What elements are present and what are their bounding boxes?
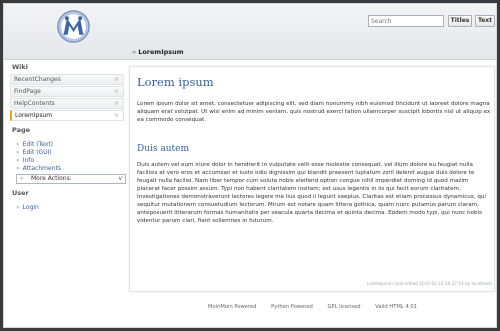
remove-icon[interactable]: ×: [114, 87, 119, 96]
content-panel: Lorem ipsum Lorem ipsum dolor sit amet, …: [129, 66, 495, 292]
edit-text-link[interactable]: » Edit (Text): [8, 141, 128, 149]
more-actions-select[interactable]: » More Actions: v: [16, 174, 126, 184]
moinmoin-logo-icon[interactable]: [57, 10, 90, 43]
breadcrumb: » LoremIpsum: [132, 48, 184, 56]
sidebar-item-helpcontents[interactable]: HelpContents ×: [10, 98, 124, 109]
breadcrumb-arrow-icon: »: [132, 48, 137, 56]
footer: MoinMoin Powered Python Powered GPL lice…: [208, 304, 430, 310]
link-label: Edit (Text): [22, 141, 54, 148]
sidebar-item-label: LoremIpsum: [15, 112, 53, 119]
info-link[interactable]: » Info: [8, 157, 128, 165]
text-search-button[interactable]: Text: [475, 15, 495, 27]
more-actions-label: More Actions:: [31, 175, 72, 182]
header-band: Titles Text »LoremIpsum: [4, 4, 496, 60]
page-frame: Titles Text »LoremIpsum Wiki RecentChang…: [3, 3, 497, 328]
bullet-icon: »: [16, 165, 20, 172]
attachments-link[interactable]: » Attachments: [8, 165, 128, 173]
footer-link-moinmoin[interactable]: MoinMoin Powered: [208, 304, 256, 310]
bullet-icon: »: [16, 204, 20, 211]
sidebar-item-findpage[interactable]: FindPage ×: [10, 86, 124, 97]
chevron-down-icon[interactable]: v: [118, 175, 122, 183]
page-actions: » Edit (Text) » Edit (GUI) » Info » Attachme…: [8, 141, 128, 184]
link-label: Edit (GUI): [22, 149, 52, 156]
remove-icon[interactable]: ×: [114, 111, 119, 120]
footer-link-valid-html[interactable]: Valid HTML 4.01: [375, 304, 417, 310]
sidebar-item-label: FindPage: [14, 88, 41, 95]
wiki-heading: Wiki: [12, 63, 28, 71]
login-link[interactable]: » Login: [8, 204, 128, 212]
sidebar-item-recentchanges[interactable]: RecentChanges ×: [10, 74, 124, 85]
footer-link-python[interactable]: Python Powered: [271, 304, 313, 310]
sidebar-item-loremipsum[interactable]: LoremIpsum ×: [10, 110, 124, 121]
intro-paragraph: Lorem ipsum dolor sit amet, consectetuer…: [137, 101, 491, 123]
link-label: Login: [22, 204, 39, 211]
page-heading: Page: [12, 126, 31, 134]
bullet-icon: »: [16, 141, 20, 148]
link-label: Attachments: [22, 165, 61, 172]
section-heading: Duis autem: [137, 144, 190, 154]
breadcrumb-page-link[interactable]: LoremIpsum: [138, 48, 183, 56]
bullet-icon: »: [16, 157, 20, 164]
user-actions: » Login: [8, 204, 128, 212]
sidebar-item-label: HelpContents: [14, 100, 55, 107]
search-input[interactable]: [368, 15, 444, 27]
last-edited-info: LoremIpsum (last edited 2010-02-16 20:37…: [366, 281, 492, 286]
page-title: Lorem ipsum: [137, 75, 214, 89]
edit-gui-link[interactable]: » Edit (GUI): [8, 149, 128, 157]
bullet-icon: »: [20, 175, 24, 182]
bullet-icon: »: [16, 149, 20, 156]
remove-icon[interactable]: ×: [114, 99, 119, 108]
body-paragraph: Duis autem vel eum iriure dolor in hendr…: [137, 162, 486, 224]
sidebar: Wiki RecentChanges × FindPage × HelpCont…: [8, 62, 128, 214]
footer-link-gpl[interactable]: GPL licensed: [327, 304, 360, 310]
remove-icon[interactable]: ×: [114, 75, 119, 84]
user-heading: User: [12, 189, 29, 197]
titles-search-button[interactable]: Titles: [448, 15, 472, 27]
link-label: Info: [22, 157, 35, 164]
sidebar-item-label: RecentChanges: [14, 76, 61, 83]
